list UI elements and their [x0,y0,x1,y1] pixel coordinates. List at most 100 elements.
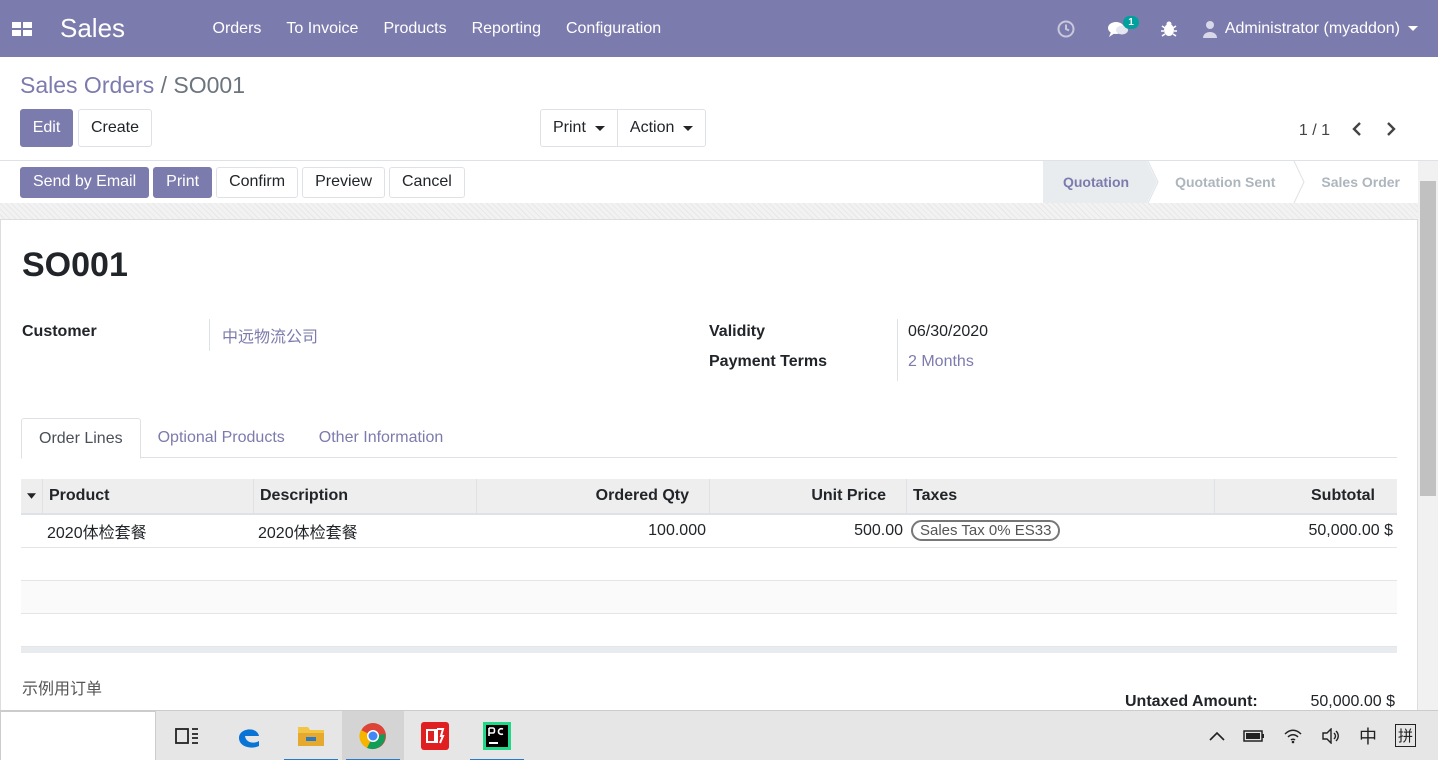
table-row-empty[interactable] [21,581,1397,614]
stage-pipeline: Quotation Quotation Sent Sales Order [1042,161,1418,203]
control-panel: Sales Orders / SO001 Edit Create Print A… [0,57,1438,161]
clock-icon[interactable] [1041,0,1091,57]
tax-tag: Sales Tax 0% ES33 [911,520,1061,541]
caret-down-icon [594,125,605,131]
cell-ordered-qty[interactable]: 100.000 [477,522,710,540]
user-name: Administrator (myaddon) [1224,19,1400,37]
print-dropdown[interactable]: Print [540,109,618,147]
field-divider [209,319,210,351]
confirm-button[interactable]: Confirm [216,166,299,198]
chevron-left-icon[interactable] [1340,120,1374,141]
chevron-down-icon [1408,26,1418,31]
ime-language[interactable]: 中 [1359,723,1377,749]
scrollbar[interactable] [1418,161,1438,713]
print-button[interactable]: Print [153,166,213,198]
wifi-icon[interactable] [1283,728,1303,744]
validity-field[interactable]: 06/30/2020 [908,323,988,341]
header-description[interactable]: Description [254,479,477,513]
order-note[interactable]: 示例用订单 [22,675,102,699]
system-tray: 中 拼 [1209,723,1438,749]
stage-separator [1293,161,1305,203]
cell-product[interactable]: 2020体检套餐 [43,519,254,543]
header-subtotal[interactable]: Subtotal [1215,479,1397,513]
cell-subtotal: 50,000.00 $ [1308,522,1393,539]
breadcrumb: Sales Orders / SO001 [20,72,245,99]
order-lines-table: Product Description Ordered Qty Unit Pri… [21,479,1397,653]
field-divider [897,319,898,381]
main-menu: Orders To Invoice Products Reporting Con… [200,20,674,38]
app-name[interactable]: Sales [60,13,188,44]
menu-products[interactable]: Products [371,20,459,38]
user-icon [1202,20,1217,38]
payment-terms-label: Payment Terms [709,353,827,370]
untaxed-amount-label: Untaxed Amount: [1125,693,1258,710]
breadcrumb-current: SO001 [173,72,245,98]
validity-label: Validity [709,323,766,340]
tab-other-information[interactable]: Other Information [302,418,461,458]
apps-icon[interactable] [12,21,32,36]
menu-to-invoice[interactable]: To Invoice [274,20,371,38]
header-product[interactable]: Product [43,479,254,513]
pager-value[interactable]: 1 / 1 [1299,122,1330,140]
chevron-up-icon[interactable] [1209,731,1225,741]
messages-badge: 1 [1123,16,1139,29]
send-by-email-button[interactable]: Send by Email [20,166,150,198]
menu-reporting[interactable]: Reporting [459,20,553,38]
edit-button[interactable]: Edit [20,109,73,147]
scrollbar-thumb[interactable] [1420,181,1436,496]
ime-mode[interactable]: 拼 [1394,724,1416,747]
preview-button[interactable]: Preview [302,166,385,198]
print-dropdown-label: Print [553,119,586,136]
edge-browser-icon[interactable] [218,711,280,760]
untaxed-amount-value: 50,000.00 $ [1310,693,1395,710]
order-title: SO001 [22,246,128,284]
file-explorer-icon[interactable] [280,711,342,760]
chrome-browser-icon[interactable] [342,710,404,760]
bug-icon[interactable] [1145,0,1193,57]
cell-taxes[interactable]: Sales Tax 0% ES33 [907,520,1215,541]
stage-quotation[interactable]: Quotation [1042,161,1158,203]
mail-app-icon[interactable] [404,711,466,760]
table-row[interactable]: 2020体检套餐 2020体检套餐 100.000 500.00 Sales T… [21,515,1397,548]
menu-orders[interactable]: Orders [200,20,274,38]
os-taskbar: 中 拼 [0,710,1438,760]
breadcrumb-parent[interactable]: Sales Orders [20,72,154,98]
stage-quotation-sent[interactable]: Quotation Sent [1147,161,1293,203]
header-taxes[interactable]: Taxes [907,479,1215,513]
chevron-right-icon[interactable] [1374,120,1408,141]
volume-icon[interactable] [1321,727,1341,744]
create-button[interactable]: Create [78,109,153,147]
stage-sales-order[interactable]: Sales Order [1293,161,1418,203]
pycharm-icon[interactable] [466,711,528,760]
cancel-button[interactable]: Cancel [389,166,465,198]
cell-description[interactable]: 2020体检套餐 [254,519,477,543]
header-unit-price[interactable]: Unit Price [710,479,907,513]
tab-order-lines[interactable]: Order Lines [21,418,141,459]
customer-label: Customer [22,323,97,340]
payment-terms-field[interactable]: 2 Months [908,353,974,371]
caret-down-icon [683,125,694,131]
stage-quotation-sent-label: Quotation Sent [1175,174,1276,190]
cell-unit-price[interactable]: 500.00 [710,522,907,540]
battery-icon[interactable] [1243,729,1265,743]
action-dropdown[interactable]: Action [617,109,707,147]
pager: 1 / 1 [1299,120,1408,141]
table-row-empty[interactable] [21,548,1397,581]
table-row-empty[interactable] [21,614,1397,647]
stage-sales-order-label: Sales Order [1321,174,1400,190]
customer-field[interactable]: 中远物流公司 [222,323,318,347]
menu-configuration[interactable]: Configuration [553,20,673,38]
taskbar-search[interactable] [0,710,156,760]
form-sheet: SO001 Customer 中远物流公司 Validity 06/30/202… [0,219,1418,713]
chat-icon[interactable]: 1 [1091,0,1145,57]
form-statusbar: Send by Email Print Confirm Preview Canc… [0,161,1418,203]
collapse-icon[interactable] [21,479,43,513]
action-dropdown-label: Action [629,119,675,136]
user-menu[interactable]: Administrator (myaddon) [1193,20,1438,38]
task-view-icon[interactable] [156,711,218,760]
notebook-tabs: Order Lines Optional Products Other Info… [21,418,1397,459]
sidebar-actions: Print Action [540,109,707,147]
breadcrumb-separator: / [154,72,174,98]
tab-optional-products[interactable]: Optional Products [141,418,302,458]
header-ordered-qty[interactable]: Ordered Qty [477,479,710,513]
